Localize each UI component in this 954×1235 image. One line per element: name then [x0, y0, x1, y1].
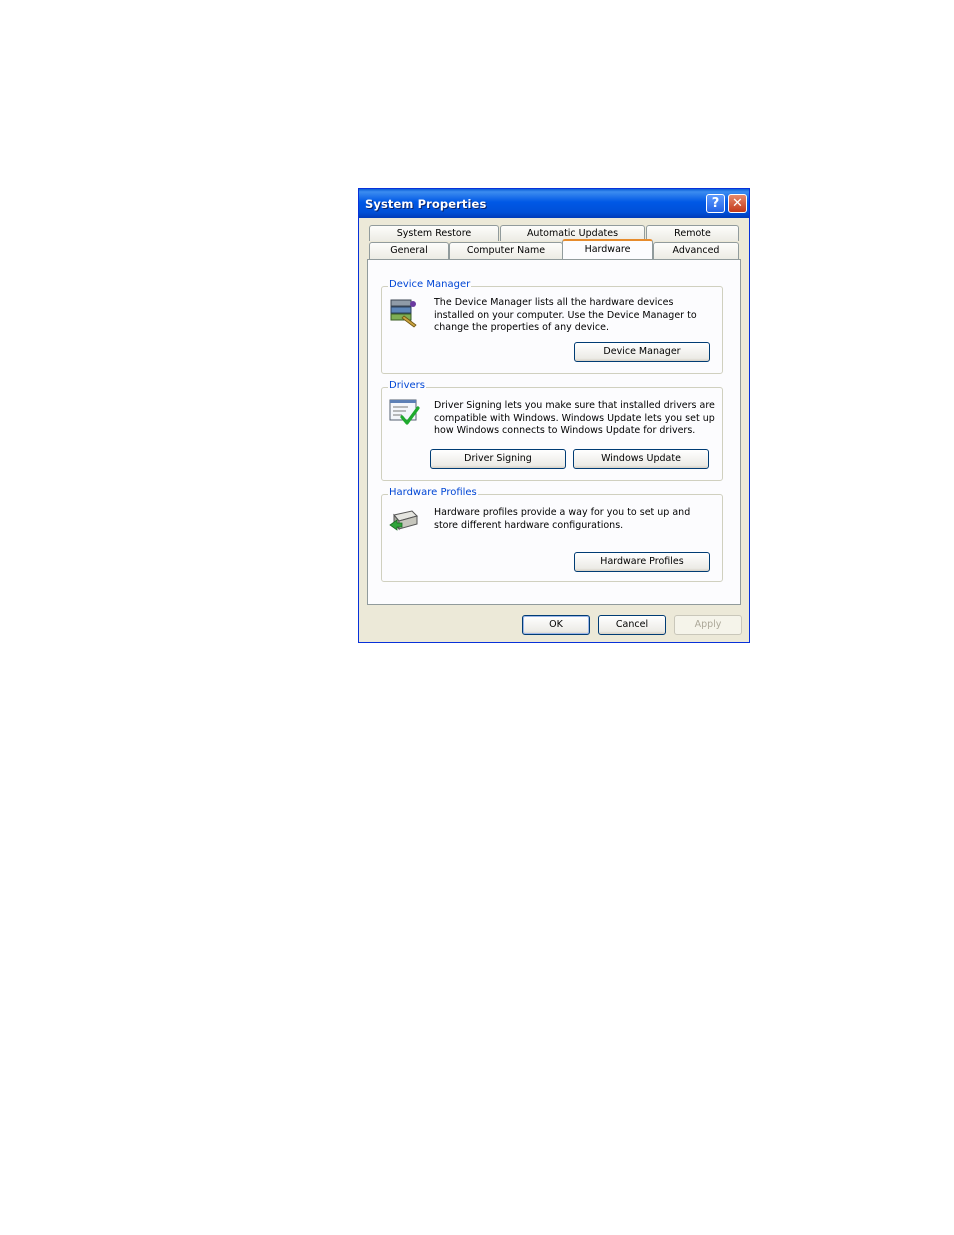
device-manager-description: The Device Manager lists all the hardwar…: [434, 297, 697, 333]
drivers-group: Drivers Driver Signing lets you make sur…: [381, 380, 723, 481]
windows-update-button[interactable]: Windows Update: [573, 449, 709, 469]
hardware-profiles-button[interactable]: Hardware Profiles: [574, 552, 710, 572]
title-bar[interactable]: System Properties ? ✕: [359, 189, 749, 218]
cancel-button[interactable]: Cancel: [598, 615, 666, 635]
hardware-tab-panel: Device Manager The Device Manager lists …: [367, 259, 741, 605]
hardware-profiles-icon: [389, 510, 418, 531]
tab-advanced[interactable]: Advanced: [653, 242, 739, 259]
tab-system-restore[interactable]: System Restore: [369, 225, 499, 241]
help-button[interactable]: ?: [706, 194, 725, 213]
device-manager-button[interactable]: Device Manager: [574, 342, 710, 362]
device-manager-icon: [390, 299, 417, 328]
dialog-title: System Properties: [365, 197, 487, 211]
hardware-profiles-group: Hardware Profiles Hardware profiles prov…: [381, 487, 723, 582]
tab-general[interactable]: General: [369, 242, 449, 259]
close-button[interactable]: ✕: [728, 194, 747, 213]
drivers-legend: Drivers: [388, 380, 426, 391]
help-icon: ?: [711, 196, 720, 211]
system-properties-dialog: System Properties ? ✕ System Restore Aut…: [358, 188, 750, 643]
drivers-description: Driver Signing lets you make sure that i…: [434, 400, 715, 436]
ok-button[interactable]: OK: [522, 615, 590, 635]
device-manager-group: Device Manager The Device Manager lists …: [381, 279, 723, 374]
apply-button[interactable]: Apply: [674, 615, 742, 635]
driver-signing-icon: [389, 399, 420, 425]
tab-hardware[interactable]: Hardware: [562, 239, 653, 259]
driver-signing-button[interactable]: Driver Signing: [430, 449, 566, 469]
hardware-profiles-legend: Hardware Profiles: [388, 487, 478, 498]
hardware-profiles-description: Hardware profiles provide a way for you …: [434, 507, 691, 531]
device-manager-legend: Device Manager: [388, 279, 472, 290]
close-icon: ✕: [732, 196, 743, 211]
tab-remote[interactable]: Remote: [646, 225, 739, 241]
tab-computer-name[interactable]: Computer Name: [449, 242, 563, 259]
